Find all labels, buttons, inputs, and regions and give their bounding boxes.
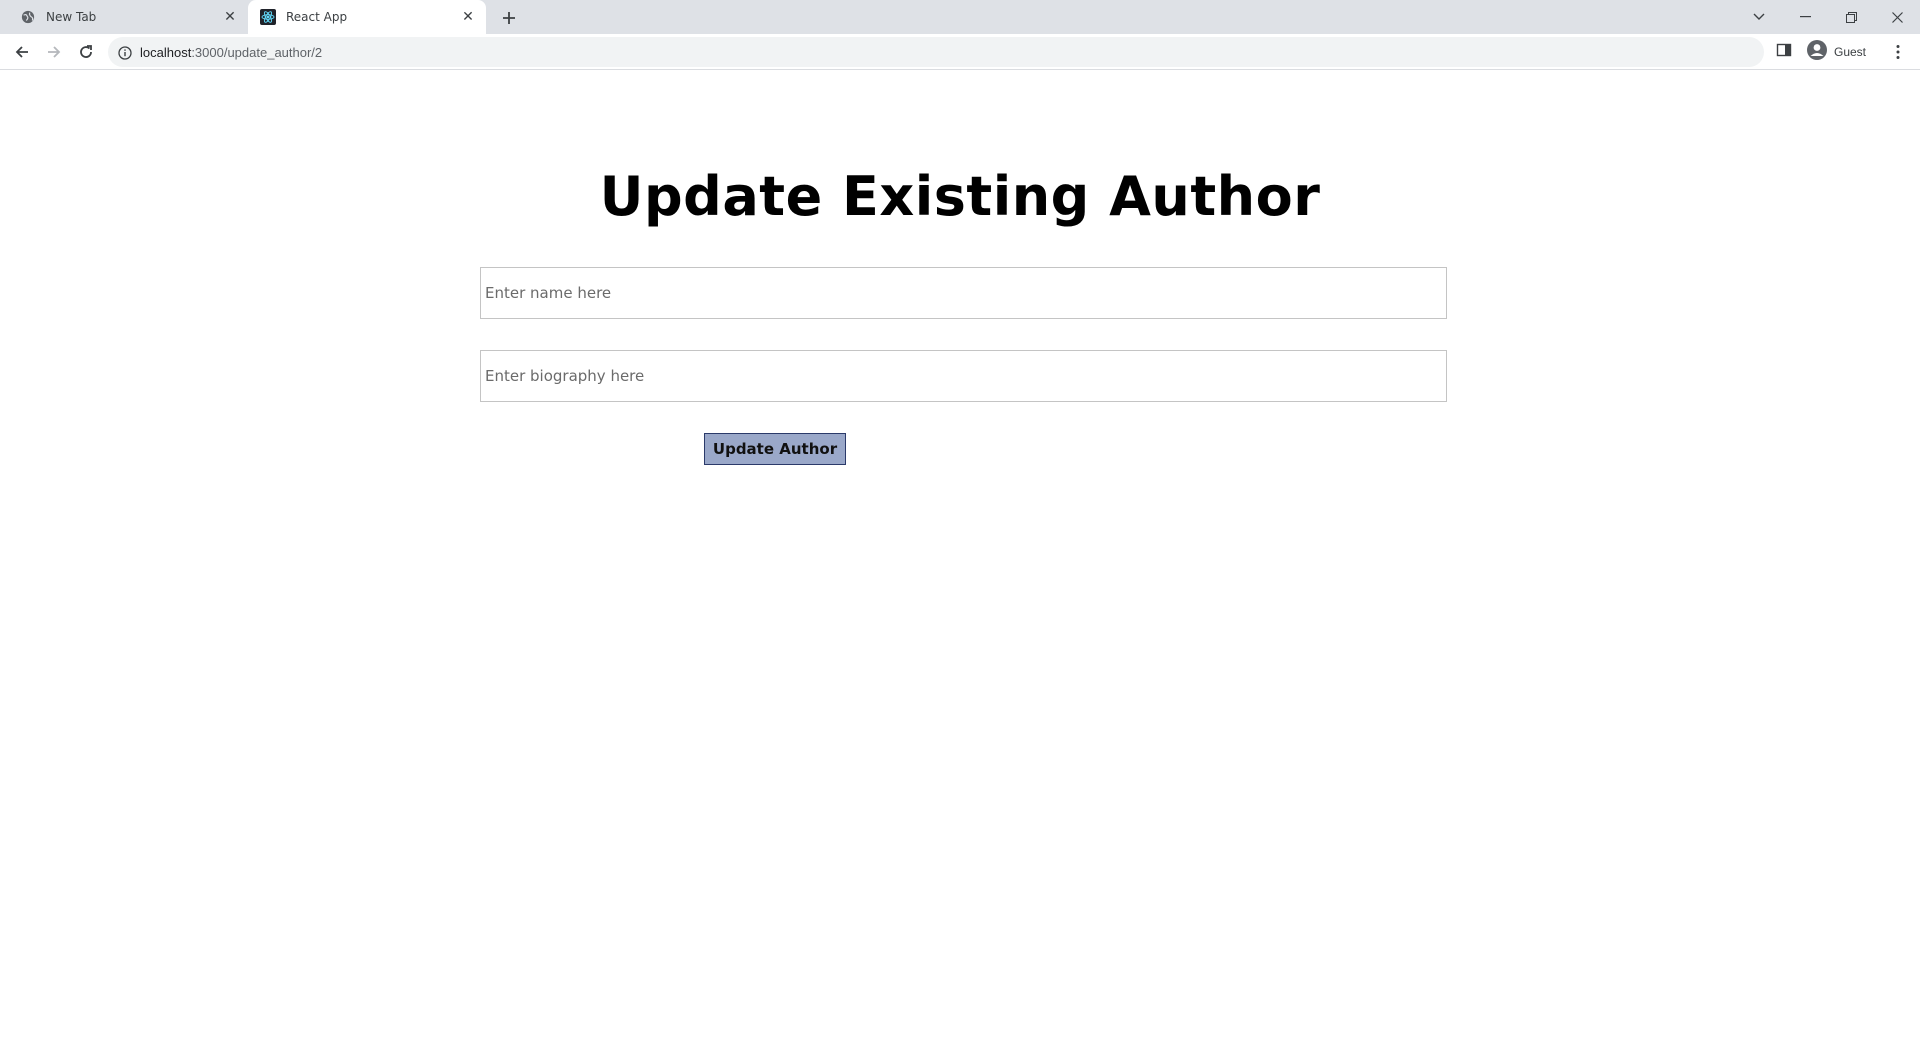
- back-icon[interactable]: [8, 38, 36, 66]
- update-author-button[interactable]: Update Author: [704, 433, 846, 465]
- url-host: localhost: [140, 44, 192, 60]
- address-bar[interactable]: localhost:3000/update_author/2: [108, 37, 1764, 67]
- page-title: Update Existing Author: [599, 165, 1321, 228]
- info-icon[interactable]: [118, 45, 132, 60]
- restore-icon[interactable]: [1828, 0, 1874, 34]
- reload-icon[interactable]: [72, 38, 100, 66]
- tab-new-tab[interactable]: New Tab ✕: [8, 0, 248, 34]
- close-tab-icon[interactable]: ✕: [220, 7, 240, 27]
- new-tab-button[interactable]: [496, 5, 522, 31]
- name-input[interactable]: [480, 267, 1447, 319]
- forward-icon[interactable]: [40, 38, 68, 66]
- close-window-icon[interactable]: [1874, 0, 1920, 34]
- tab-strip: New Tab ✕ React App ✕: [0, 0, 1920, 34]
- profile-button[interactable]: Guest: [1806, 39, 1866, 65]
- tab-react-app[interactable]: React App ✕: [248, 0, 486, 34]
- close-tab-icon[interactable]: ✕: [458, 7, 478, 27]
- tab-search-icon[interactable]: [1736, 0, 1782, 34]
- url-text: localhost:3000/update_author/2: [140, 45, 322, 60]
- biography-input[interactable]: [480, 350, 1447, 402]
- globe-icon: [20, 9, 36, 25]
- minimize-icon[interactable]: [1782, 0, 1828, 34]
- tab-title: React App: [286, 10, 348, 24]
- url-path: :3000/update_author/2: [191, 44, 323, 60]
- tab-title: New Tab: [46, 10, 97, 24]
- more-menu-icon[interactable]: [1888, 40, 1908, 64]
- react-icon: [260, 9, 276, 25]
- profile-label: Guest: [1834, 45, 1867, 59]
- page-content: Update Existing Author Update Author: [0, 71, 1920, 1040]
- avatar-icon: [1806, 39, 1828, 65]
- browser-toolbar: localhost:3000/update_author/2 Guest: [0, 34, 1920, 70]
- side-panel-icon[interactable]: [1776, 42, 1796, 62]
